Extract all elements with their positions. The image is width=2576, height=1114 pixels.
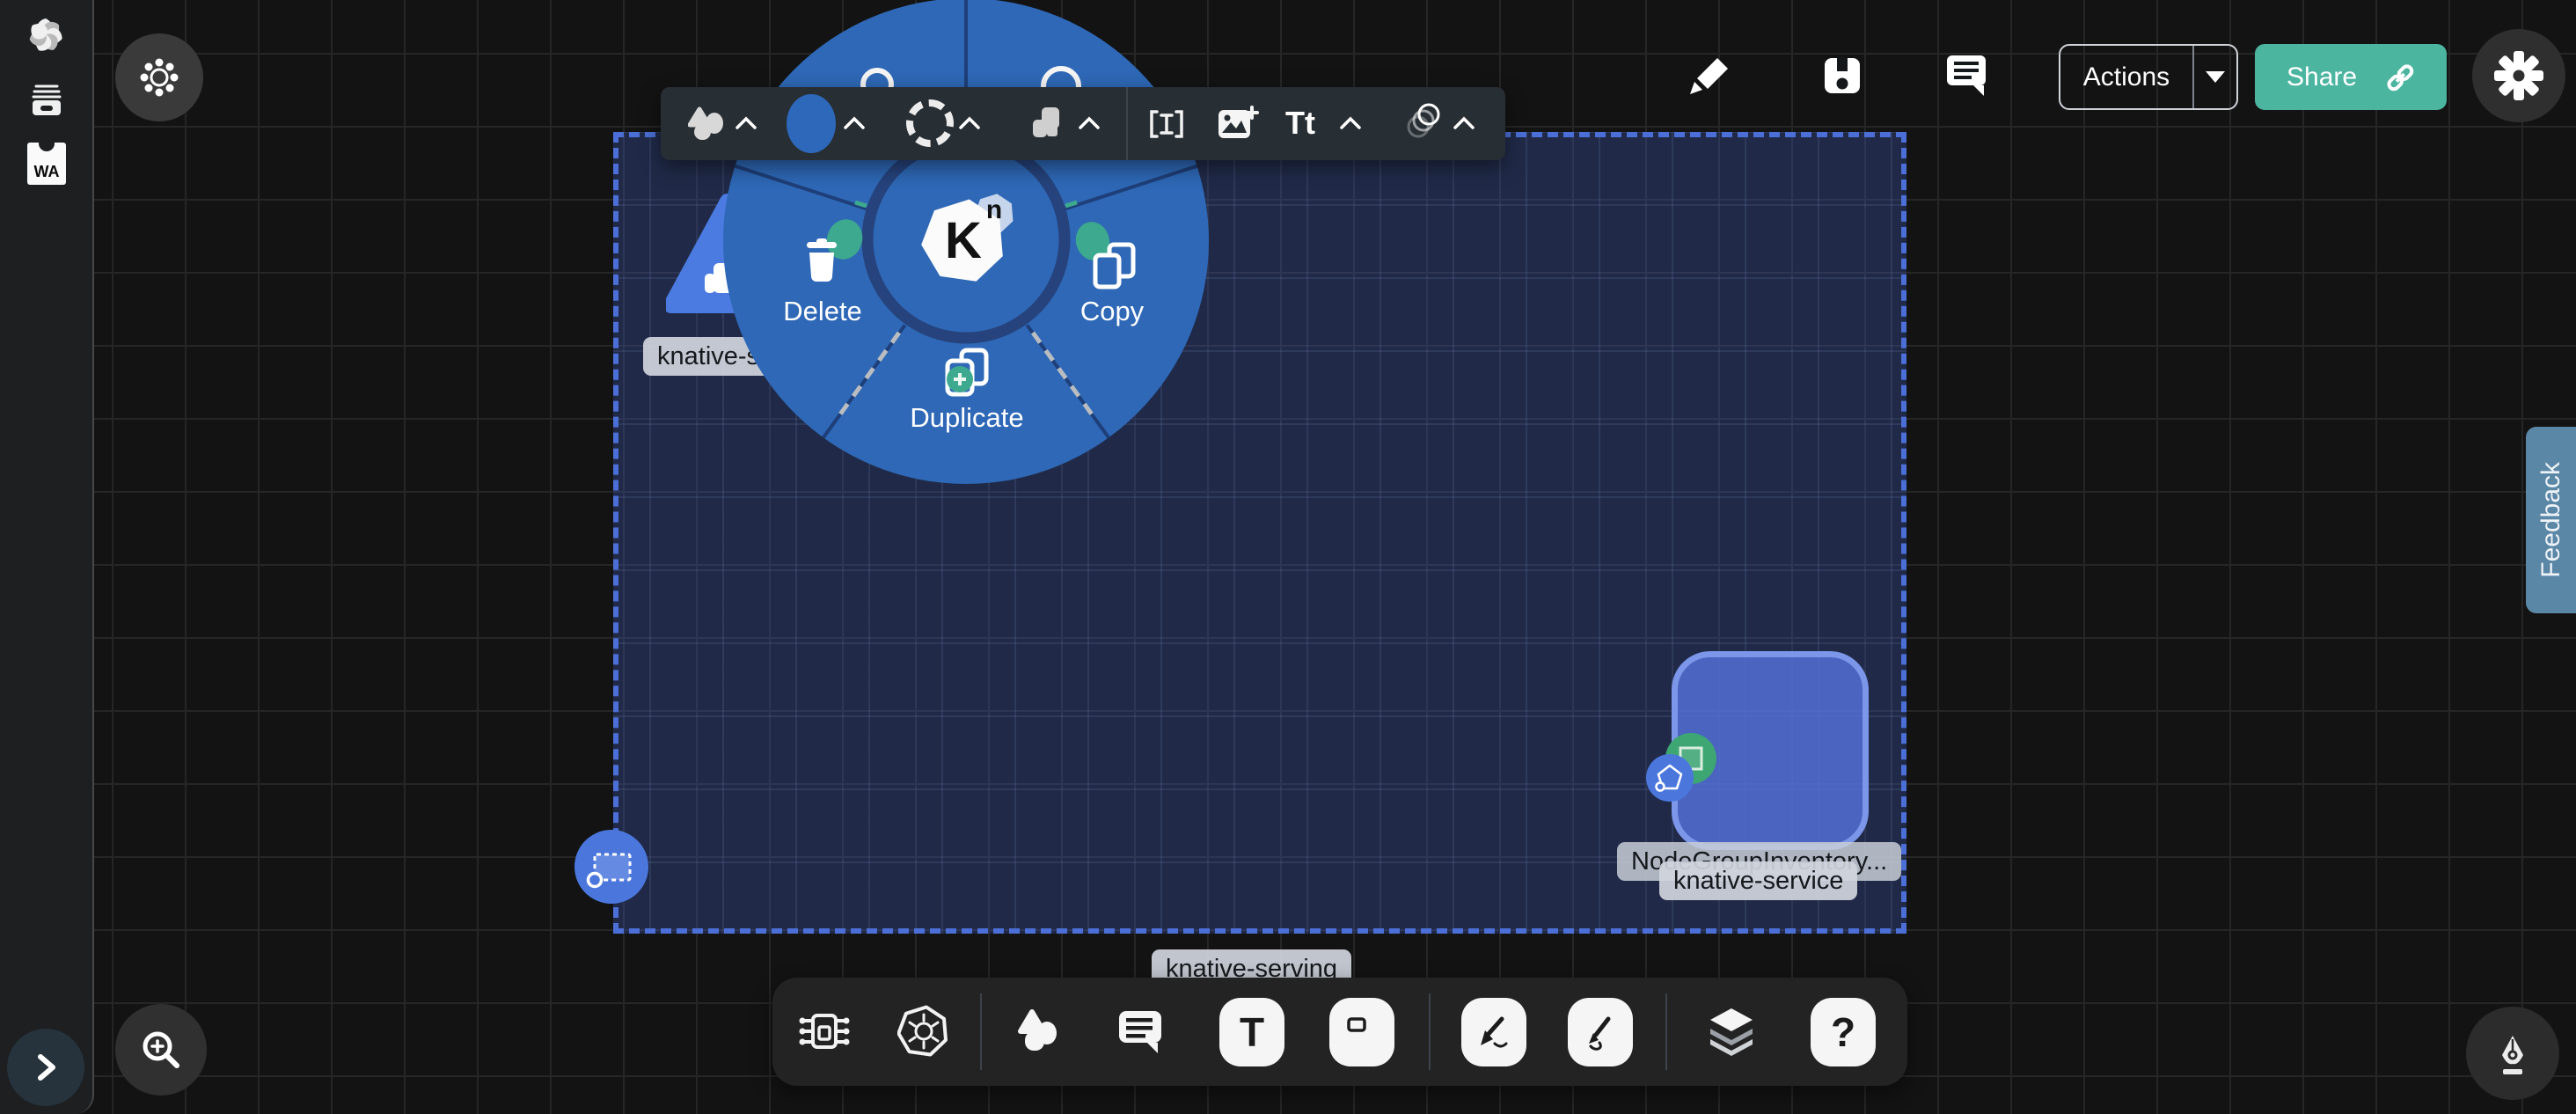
caret-down-icon: [2206, 71, 2225, 83]
pen-nib-icon: [2488, 1029, 2537, 1078]
sidebar-expand-button[interactable]: [7, 1029, 84, 1106]
share-label: Share: [2287, 62, 2357, 92]
pencil-tool[interactable]: [1568, 998, 1633, 1066]
layer-style-chevron[interactable]: [1078, 115, 1101, 131]
fill-color-swatch[interactable]: [787, 94, 836, 153]
border-style-chevron[interactable]: [958, 115, 981, 131]
dock-divider: [1665, 993, 1667, 1070]
edit-button[interactable]: [1687, 53, 1733, 99]
resize-width-icon: [1146, 106, 1187, 142]
feedback-label: Feedback: [2536, 462, 2566, 578]
wa-label: WA: [27, 163, 66, 181]
service-node-label: knative-service: [1659, 861, 1857, 900]
kubernetes-tool[interactable]: [897, 1005, 950, 1058]
chevron-up-icon: [843, 115, 866, 131]
shapes-icon: [688, 106, 725, 142]
wa-notch: [39, 136, 55, 151]
actions-dropdown-caret[interactable]: [2194, 71, 2236, 83]
radial-item-delete[interactable]: Delete: [739, 296, 906, 327]
feedback-tab[interactable]: Feedback: [2526, 427, 2576, 613]
floppy-save-icon: [1820, 54, 1864, 98]
zoom-in-icon: [136, 1025, 186, 1074]
layers-tool[interactable]: [1705, 1004, 1758, 1060]
link-icon: [2382, 59, 2419, 96]
pentagon-resource-icon: [1646, 754, 1694, 802]
tool-dock: T: [772, 978, 1907, 1086]
save-button[interactable]: [1819, 53, 1865, 99]
add-image-button[interactable]: [1215, 103, 1259, 143]
chevron-up-icon: [958, 115, 981, 131]
shapes-tool[interactable]: [1013, 1006, 1064, 1057]
border-style-button[interactable]: [906, 99, 954, 147]
radial-item-duplicate[interactable]: Duplicate: [883, 402, 1050, 434]
chevron-right-icon: [28, 1050, 63, 1085]
left-sidebar: WA: [0, 0, 94, 1114]
chevron-up-icon: [1453, 115, 1475, 131]
pen-knife-icon: [1474, 1012, 1514, 1052]
quick-tool-button[interactable]: [115, 33, 203, 121]
actions-split-button[interactable]: Actions: [2059, 44, 2238, 110]
opacity-button[interactable]: [1402, 101, 1443, 145]
comments-button[interactable]: [1943, 51, 1990, 100]
knative-logo-n: n: [975, 195, 1014, 231]
comment-tool[interactable]: [1114, 1005, 1167, 1059]
inbox-tray-icon: [26, 83, 67, 118]
library-button[interactable]: [26, 82, 67, 119]
comment-bubble-icon: [1114, 1006, 1167, 1059]
actions-label[interactable]: Actions: [2060, 62, 2192, 92]
radial-item-copy[interactable]: Copy: [1028, 296, 1196, 327]
layer-style-button[interactable]: [1027, 103, 1065, 143]
service-node-blue-badge[interactable]: [1646, 754, 1694, 802]
text-tool[interactable]: T: [1219, 998, 1284, 1066]
comment-bubble-icon: [1943, 52, 1989, 99]
text-style-chevron[interactable]: [1339, 115, 1362, 131]
opacity-circles-icon: [1402, 101, 1443, 145]
pen-tool[interactable]: [1461, 998, 1526, 1066]
app-logo[interactable]: [25, 14, 67, 56]
draw-button[interactable]: [2466, 1007, 2559, 1100]
stacked-shapes-icon: [1028, 105, 1065, 142]
circuit-chip-icon: [797, 1005, 850, 1058]
opacity-chevron[interactable]: [1453, 115, 1475, 131]
chevron-up-icon: [735, 115, 757, 131]
zoom-button[interactable]: [115, 1004, 207, 1096]
style-toolbar: Tt: [661, 87, 1505, 160]
kubernetes-helm-icon: [897, 1005, 950, 1058]
pencil-swirl-icon: [1580, 1012, 1621, 1052]
node-style-chevron[interactable]: [735, 115, 757, 131]
infrastructure-tool[interactable]: [797, 1005, 850, 1058]
pencil-icon: [1688, 54, 1732, 98]
pinwheel-logo-icon: [26, 15, 66, 55]
dock-divider: [1429, 993, 1431, 1070]
help-tool[interactable]: ?: [1811, 998, 1876, 1066]
toolbar-divider: [1126, 87, 1128, 160]
dock-divider: [980, 993, 982, 1070]
node-style-button[interactable]: [685, 103, 728, 145]
settings-button[interactable]: [2472, 29, 2565, 122]
chevron-up-icon: [1339, 115, 1362, 131]
share-button[interactable]: Share: [2255, 44, 2447, 110]
layers-icon: [1705, 1005, 1758, 1059]
webassembly-button[interactable]: WA: [27, 143, 66, 185]
resize-width-button[interactable]: [1146, 106, 1187, 142]
selection-handle-badge[interactable]: [574, 830, 648, 904]
frame-tool[interactable]: [1329, 998, 1394, 1066]
shapes-icon: [1014, 1008, 1062, 1055]
text-style-button[interactable]: Tt: [1285, 105, 1315, 142]
image-add-icon: [1215, 103, 1259, 143]
frame-icon: [1342, 1012, 1382, 1052]
app-window: knative-s NodeGroupInventory... knative-…: [0, 0, 2576, 1114]
dashed-select-icon: [574, 830, 648, 904]
gear-icon: [2493, 50, 2544, 101]
fill-color-chevron[interactable]: [843, 115, 866, 131]
chevron-up-icon: [1078, 115, 1101, 131]
flower-wheel-icon: [138, 56, 180, 99]
